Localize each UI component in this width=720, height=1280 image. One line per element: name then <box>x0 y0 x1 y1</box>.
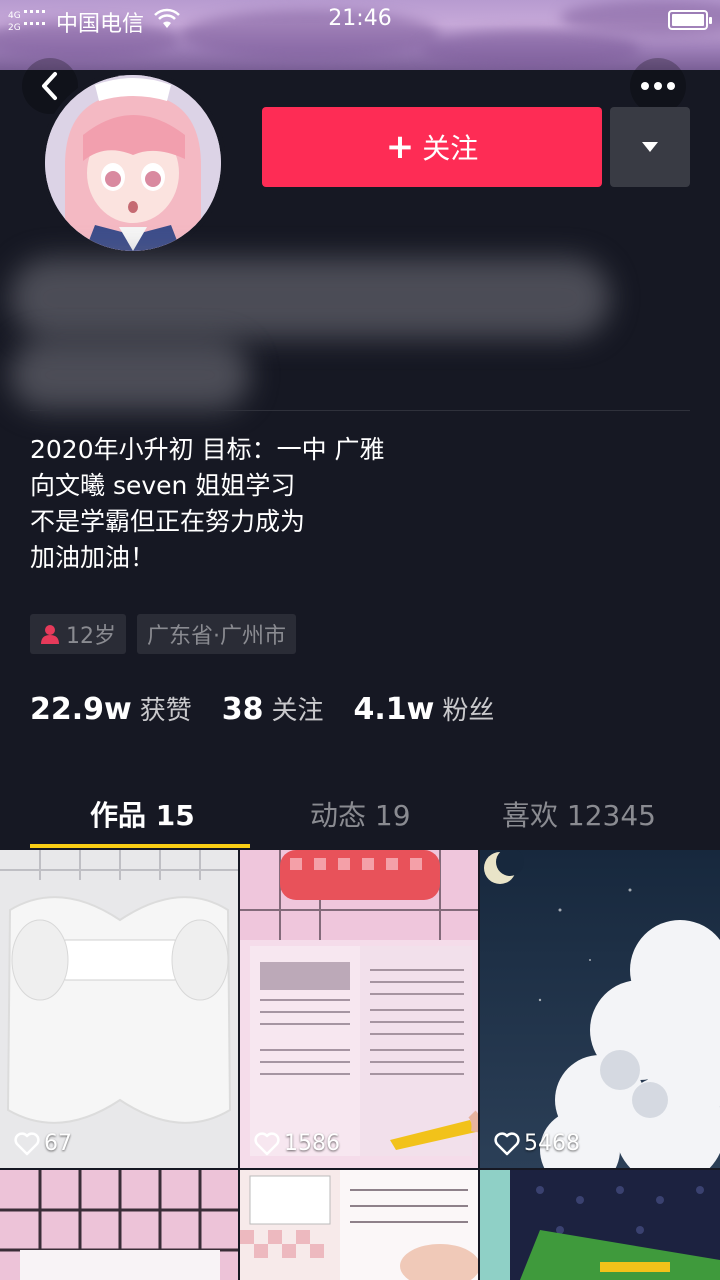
thumbnail-image <box>480 1170 720 1280</box>
following-stat[interactable]: 38 关注 <box>222 690 324 727</box>
profile-bio: 2020年小升初 目标：一中 广雅 向文曦 seven 姐姐学习 不是学霸但正在… <box>30 432 385 576</box>
video-thumbnail[interactable]: 67 <box>0 850 238 1168</box>
age-label: 12岁 <box>66 624 116 649</box>
thumbnail-image <box>480 850 720 1168</box>
video-thumbnail[interactable] <box>240 1170 478 1280</box>
recommend-dropdown-button[interactable] <box>610 107 690 187</box>
thumbnail-image <box>240 1170 478 1280</box>
video-likes-count: 67 <box>44 1131 72 1156</box>
likes-label: 获赞 <box>139 696 192 726</box>
age-tag: 12岁 <box>30 614 126 654</box>
followers-count: 4.1w <box>353 692 435 727</box>
more-dot-icon <box>654 82 662 90</box>
caret-down-icon <box>642 142 658 152</box>
status-bar: 4G 2G 中国电信 21:46 <box>0 0 720 40</box>
heart-icon <box>14 1131 40 1155</box>
clock: 21:46 <box>328 6 392 31</box>
bio-line: 不是学霸但正在努力成为 <box>30 507 306 536</box>
following-count: 38 <box>221 692 264 727</box>
bio-line: 加油加油！ <box>30 543 156 572</box>
battery-icon <box>668 10 712 30</box>
tab-indicator <box>30 844 250 848</box>
video-likes: 1586 <box>254 1131 340 1156</box>
tab-works[interactable]: 作品 15 <box>90 794 195 834</box>
female-user-icon <box>41 625 59 644</box>
video-likes: 5468 <box>494 1131 580 1156</box>
follow-label: 关注 <box>422 132 479 165</box>
avatar[interactable] <box>40 70 226 256</box>
followers-label: 粉丝 <box>442 696 495 726</box>
heart-icon <box>254 1131 280 1155</box>
chevron-left-icon <box>42 72 57 100</box>
video-likes: 67 <box>14 1131 72 1156</box>
bio-line: 向文曦 seven 姐姐学习 <box>30 471 296 500</box>
video-thumbnail[interactable]: 5468 <box>480 850 720 1168</box>
heart-icon <box>494 1131 520 1155</box>
video-grid: 67 1586 5468 <box>0 850 720 1280</box>
thumbnail-image <box>0 1170 238 1280</box>
location-tag: 广东省·广州市 <box>137 614 296 654</box>
profile-tabs: 作品 15 动态 19 喜欢 12345 <box>0 780 720 848</box>
thumbnail-image <box>240 850 478 1168</box>
follow-button[interactable]: + 关注 <box>262 107 602 187</box>
divider <box>30 410 690 411</box>
following-label: 关注 <box>271 696 324 726</box>
more-dot-icon <box>667 82 675 90</box>
more-dot-icon <box>641 82 649 90</box>
likes-count: 22.9w <box>30 692 132 727</box>
plus-icon: + <box>385 127 415 167</box>
location-label: 广东省·广州市 <box>147 624 286 649</box>
profile-stats: 22.9w 获赞 38 关注 4.1w 粉丝 <box>30 690 494 727</box>
likes-stat: 22.9w 获赞 <box>30 690 192 727</box>
video-likes-count: 1586 <box>284 1131 340 1156</box>
more-button[interactable] <box>630 58 686 114</box>
tab-moments[interactable]: 动态 19 <box>310 794 411 834</box>
tab-likes[interactable]: 喜欢 12345 <box>502 794 656 834</box>
bio-line: 2020年小升初 目标：一中 广雅 <box>30 435 385 464</box>
followers-stat[interactable]: 4.1w 粉丝 <box>354 690 495 727</box>
video-thumbnail[interactable] <box>0 1170 238 1280</box>
video-thumbnail[interactable] <box>480 1170 720 1280</box>
video-likes-count: 5468 <box>524 1131 580 1156</box>
thumbnail-image <box>0 850 238 1168</box>
avatar-image <box>45 75 221 251</box>
video-thumbnail[interactable]: 1586 <box>240 850 478 1168</box>
